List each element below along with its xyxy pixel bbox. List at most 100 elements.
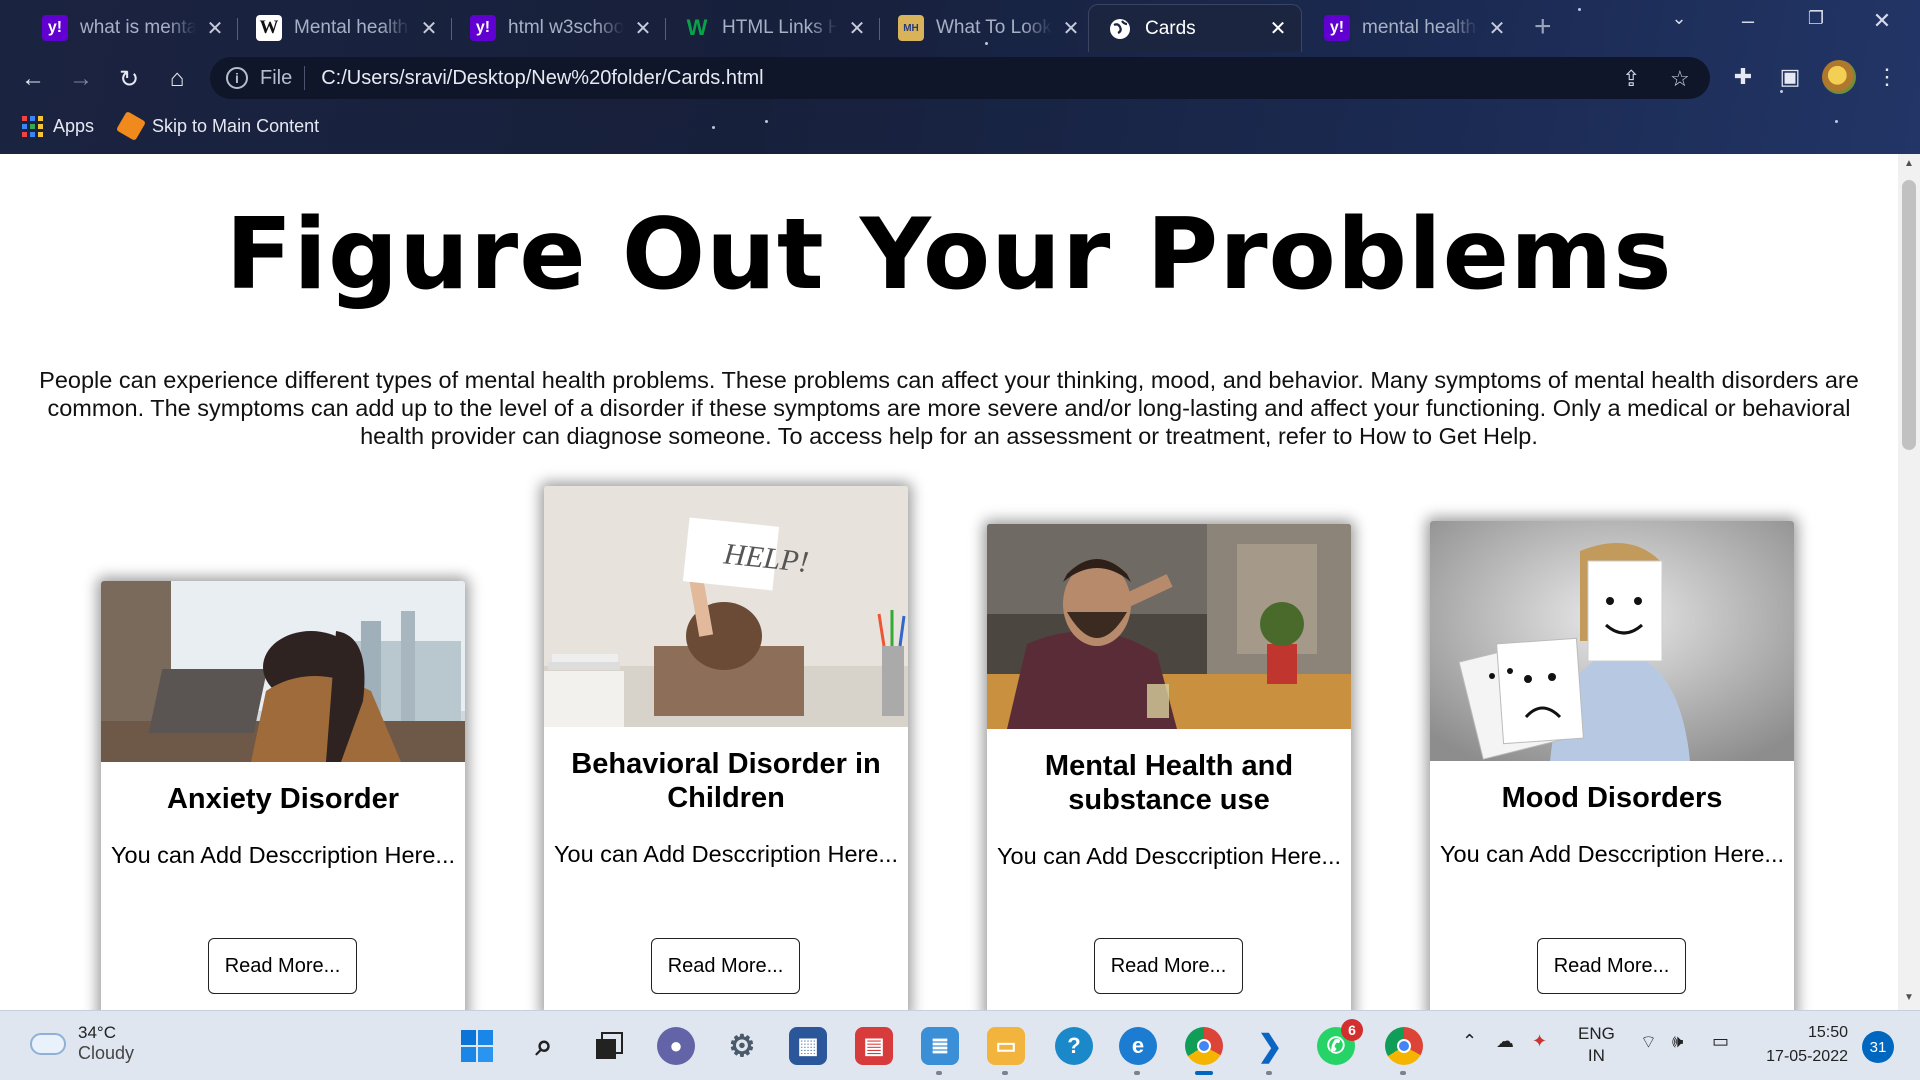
system-clock[interactable]: 15:50 17-05-2022	[1752, 1021, 1848, 1069]
chrome-center	[1397, 1039, 1411, 1053]
page-scrollbar[interactable]: ▲ ▼	[1898, 154, 1920, 1010]
chrome-profile-icon[interactable]	[1385, 1027, 1423, 1075]
woman-at-laptop-photo	[101, 581, 465, 762]
url-scheme: File	[260, 66, 293, 89]
scroll-up-arrow-icon[interactable]: ▲	[1898, 158, 1920, 169]
forward-button[interactable]: →	[64, 62, 98, 96]
page-viewport[interactable]: Figure Out Your Problems People can expe…	[0, 154, 1898, 1010]
extensions-puzzle-icon[interactable]: ✚	[1728, 64, 1758, 90]
teams-chat-icon[interactable]: ●	[657, 1027, 695, 1065]
onedrive-cloud-icon[interactable]: ☁	[1496, 1031, 1514, 1052]
file-explorer-icon[interactable]: ▭	[987, 1027, 1025, 1075]
chrome-center	[1197, 1039, 1211, 1053]
home-button[interactable]: ⌂	[160, 62, 194, 96]
close-icon[interactable]: ✕	[1267, 16, 1289, 41]
bookmark-apps[interactable]: Apps	[22, 115, 94, 137]
child-holding-help-sign-photo: HELP!	[544, 486, 908, 727]
tab-html-links[interactable]: W HTML Links Hy ✕	[666, 6, 880, 50]
card-anxiety-disorder: Anxiety Disorder You can Add Desccriptio…	[101, 581, 465, 1010]
card-mood-disorders: Mood Disorders You can Add Desccription …	[1430, 521, 1794, 1010]
profile-avatar[interactable]	[1822, 60, 1856, 94]
address-bar[interactable]: i File C:/Users/sravi/Desktop/New%20fold…	[210, 57, 1710, 99]
share-icon[interactable]: ⇪	[1622, 66, 1640, 92]
close-icon[interactable]: ✕	[1486, 16, 1508, 41]
bookmark-star-icon[interactable]: ☆	[1670, 66, 1690, 92]
read-more-button[interactable]: Read More...	[208, 938, 357, 994]
close-icon[interactable]: ✕	[1060, 16, 1082, 41]
tab-strip: y! what is mental ✕ W Mental health ✕ y!…	[0, 0, 1920, 52]
microsoft-store-icon[interactable]: ▦	[789, 1027, 827, 1065]
tab-mental-health-search[interactable]: y! mental health ✕	[1306, 6, 1520, 50]
start-windows-icon[interactable]	[458, 1027, 496, 1065]
url-text[interactable]: C:/Users/sravi/Desktop/New%20folder/Card…	[321, 67, 763, 90]
mail-helper-icon[interactable]: ?	[1055, 1027, 1093, 1065]
bookmarks-bar: Apps Skip to Main Content	[0, 108, 1920, 144]
volume-icon[interactable]: 🕪	[1672, 1031, 1683, 1052]
tab-title: what is mental	[80, 17, 196, 38]
tab-what-to-look[interactable]: MH What To Look ✕	[880, 6, 1094, 50]
clock-time: 15:50	[1807, 1024, 1848, 1041]
browser-toolbar: ← → ↻ ⌂ i File C:/Users/sravi/Desktop/Ne…	[0, 52, 1920, 104]
weather-temperature: 34°C	[78, 1023, 116, 1042]
tab-what-is-mental[interactable]: y! what is mental ✕	[24, 6, 238, 50]
tab-mental-health-wikipedia[interactable]: W Mental health ✕	[238, 6, 452, 50]
yahoo-icon: y!	[1324, 15, 1350, 41]
globe-icon	[1107, 16, 1133, 42]
card-description: You can Add Desccription Here...	[1440, 841, 1784, 867]
bookmark-skip-to-main[interactable]: Skip to Main Content	[116, 110, 320, 142]
window-close-button[interactable]: ✕	[1862, 8, 1902, 34]
side-panel-icon[interactable]: ▣	[1775, 64, 1805, 90]
person-with-face-masks-photo	[1430, 521, 1794, 761]
wifi-icon[interactable]: ⌔	[1640, 1031, 1657, 1054]
scrollbar-thumb[interactable]	[1902, 180, 1916, 450]
new-tab-button[interactable]: +	[1534, 10, 1552, 44]
chrome-icon[interactable]	[1185, 1027, 1223, 1075]
apps-grid-icon	[22, 115, 43, 137]
battery-icon[interactable]: ▭	[1712, 1031, 1729, 1052]
read-more-button[interactable]: Read More...	[1537, 938, 1686, 994]
edge-icon[interactable]: e	[1119, 1027, 1157, 1075]
bookmark-label: Skip to Main Content	[152, 115, 320, 136]
yahoo-icon: y!	[42, 15, 68, 41]
card-description: You can Add Desccription Here...	[111, 842, 455, 868]
info-icon[interactable]: i	[226, 67, 248, 89]
w3schools-icon: W	[686, 15, 708, 40]
show-hidden-icons-chevron-icon[interactable]: ⌃	[1462, 1031, 1477, 1052]
task-view-icon[interactable]	[590, 1027, 628, 1065]
scroll-down-arrow-icon[interactable]: ▼	[1898, 992, 1920, 1003]
tab-search-chevron-icon[interactable]: ⌄	[1659, 8, 1699, 29]
yahoo-icon: y!	[470, 15, 496, 41]
language-indicator[interactable]: ENG IN	[1578, 1023, 1615, 1067]
menu-kebab-icon[interactable]: ⋮	[1872, 64, 1902, 90]
news-icon[interactable]: ▤	[855, 1027, 893, 1065]
region-code: IN	[1587, 1046, 1605, 1065]
minimize-button[interactable]: –	[1728, 8, 1768, 34]
whatsapp-icon[interactable]: ✆ 6	[1317, 1019, 1363, 1065]
close-icon[interactable]: ✕	[418, 16, 440, 41]
card-title: Behavioral Disorder in Children	[571, 748, 881, 814]
weather-widget[interactable]: 34°C Cloudy	[30, 1023, 134, 1064]
close-icon[interactable]: ✕	[632, 16, 654, 41]
notepad-icon[interactable]: ≣	[921, 1027, 959, 1075]
read-more-button[interactable]: Read More...	[1094, 938, 1243, 994]
restore-button[interactable]: ❐	[1796, 8, 1836, 29]
read-more-button[interactable]: Read More...	[651, 938, 800, 994]
settings-gear-icon[interactable]: ⚙	[723, 1027, 761, 1065]
tab-html-w3school[interactable]: y! html w3school ✕	[452, 6, 666, 50]
page-title: Figure Out Your Problems	[225, 198, 1673, 312]
tab-cards[interactable]: Cards ✕	[1088, 4, 1302, 52]
intro-paragraph: People can experience different types of…	[39, 367, 1859, 449]
back-button[interactable]: ←	[16, 62, 50, 96]
close-icon[interactable]: ✕	[204, 16, 226, 41]
running-indicator	[1266, 1071, 1272, 1075]
close-icon[interactable]: ✕	[846, 16, 868, 41]
language-code: ENG	[1578, 1024, 1615, 1043]
notification-count-badge[interactable]: 31	[1862, 1031, 1894, 1063]
man-at-bar-photo	[987, 524, 1351, 729]
search-icon[interactable]: ⌕	[525, 1027, 563, 1065]
whatsapp-unread-badge: 6	[1341, 1019, 1363, 1041]
vscode-icon[interactable]: ❯	[1251, 1027, 1289, 1075]
reload-button[interactable]: ↻	[112, 62, 146, 96]
address-divider	[304, 66, 306, 90]
dropbox-icon[interactable]: ✦	[1532, 1031, 1547, 1052]
